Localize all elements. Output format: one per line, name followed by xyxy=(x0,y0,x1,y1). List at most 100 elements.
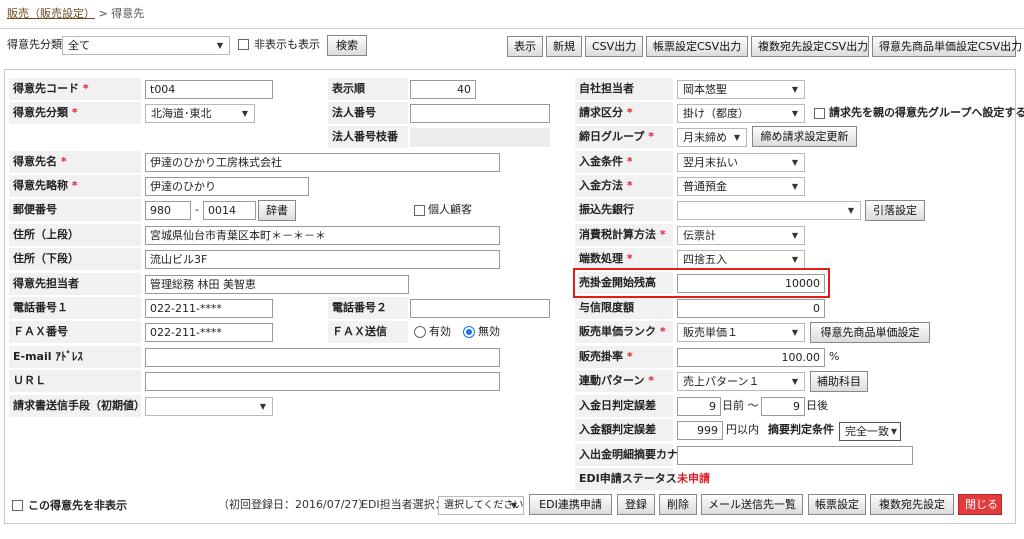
form-csv-export-button[interactable]: 帳票設定CSV出力 xyxy=(646,36,748,57)
customer-contact-label: 得意先担当者 xyxy=(13,277,79,290)
staff-select[interactable]: 岡本悠聖 ▼ xyxy=(677,80,805,99)
closing-update-button[interactable]: 締め請求設定更新 xyxy=(752,126,857,147)
payment-terms-label: 入金条件 * xyxy=(579,155,633,168)
fax-send-disabled-radio[interactable] xyxy=(463,326,475,338)
address-1-input[interactable]: 宮城県仙台市青葉区本町＊－＊－＊ xyxy=(145,226,500,245)
address-2-input[interactable]: 流山ビル3F xyxy=(145,250,500,269)
link-pattern-select[interactable]: 売上パターン１ ▼ xyxy=(677,372,805,391)
breadcrumb: 販売（販売設定） > 得意先 xyxy=(7,6,144,22)
invoice-method-label: 請求書送信手段（初期値） xyxy=(13,399,145,412)
chevron-down-icon: ▼ xyxy=(791,231,798,240)
display-order-input[interactable]: 40 xyxy=(410,80,476,99)
payment-day-before-unit: 日前 ～ xyxy=(722,399,759,412)
show-hidden-checkbox[interactable] xyxy=(238,39,249,50)
multi-address-csv-export-button[interactable]: 複数宛先設定CSV出力 xyxy=(751,36,869,57)
customer-code-label: 得意先コード * xyxy=(13,82,89,95)
register-button[interactable]: 登録 xyxy=(617,494,655,515)
customer-short-name-input[interactable]: 伊達のひかり xyxy=(145,177,309,196)
edi-staff-label: EDI担当者選択： xyxy=(361,498,446,511)
breadcrumb-current: 得意先 xyxy=(111,7,145,20)
edi-status-value: 未申請 xyxy=(677,472,710,485)
customer-name-input[interactable]: 伊達のひかり工房株式会社 xyxy=(145,153,500,172)
ar-opening-balance-label: 売掛金開始残高 xyxy=(579,276,656,289)
rounding-select[interactable]: 四捨五入 ▼ xyxy=(677,250,805,269)
customer-code-input[interactable]: t004 xyxy=(145,80,273,99)
mail-recipients-button[interactable]: メール送信先一覧 xyxy=(701,494,803,515)
summary-match-label: 摘要判定条件 xyxy=(768,423,834,436)
new-button[interactable]: 新規 xyxy=(546,36,582,57)
customer-short-name-label: 得意先略称 * xyxy=(13,179,78,192)
bank-select[interactable]: ▼ xyxy=(677,201,861,220)
tax-method-label: 消費税計算方法 * xyxy=(579,228,666,241)
payment-day-after-unit: 日後 xyxy=(806,399,828,412)
phone-2-label: 電話番号２ xyxy=(332,301,387,314)
chevron-down-icon: ▼ xyxy=(216,41,223,50)
email-input[interactable] xyxy=(145,348,500,367)
url-input[interactable] xyxy=(145,372,500,391)
invoice-method-select[interactable]: ▼ xyxy=(145,397,273,416)
filter-label: 得意先分類 xyxy=(7,38,62,51)
payment-day-after-input[interactable]: 9 xyxy=(761,397,805,416)
kana-summary-input[interactable] xyxy=(677,446,913,465)
zip-code-1-input[interactable]: 980 xyxy=(145,201,191,220)
ar-opening-balance-input[interactable]: 10000 xyxy=(677,274,825,293)
phone-2-input[interactable] xyxy=(410,299,550,318)
closing-group-select[interactable]: 月末締め ▼ xyxy=(677,128,747,147)
chevron-down-icon: ▼ xyxy=(791,158,798,167)
zip-code-2-input[interactable]: 0014 xyxy=(203,201,256,220)
parent-group-billing-checkbox[interactable] xyxy=(814,108,825,119)
summary-match-select[interactable]: 完全一致 ▼ xyxy=(839,422,901,441)
zip-label: 郵便番号 xyxy=(13,203,57,216)
registration-date: （初回登録日：2016/07/27） xyxy=(218,498,370,511)
payment-method-label: 入金方法 * xyxy=(579,179,633,192)
fax-number-input[interactable]: 022-211-**** xyxy=(145,323,273,342)
personal-customer-checkbox[interactable] xyxy=(414,205,425,216)
price-csv-export-button[interactable]: 得意先商品単価設定CSV出力 xyxy=(872,36,1022,57)
delete-button[interactable]: 削除 xyxy=(659,494,697,515)
dictionary-button[interactable]: 辞書 xyxy=(258,200,296,221)
phone-1-input[interactable]: 022-211-**** xyxy=(145,299,273,318)
payment-terms-select[interactable]: 翌月末払い ▼ xyxy=(677,153,805,172)
filter-category-select[interactable]: 全て ▼ xyxy=(62,36,230,55)
sub-account-button[interactable]: 補助科目 xyxy=(810,371,868,392)
search-button[interactable]: 検索 xyxy=(327,35,367,56)
hide-customer-checkbox[interactable] xyxy=(12,500,23,511)
sales-rate-input[interactable]: 100.00 xyxy=(677,348,825,367)
close-button[interactable]: 閉じる xyxy=(958,494,1002,515)
corporate-number-label: 法人番号 xyxy=(332,106,376,119)
customer-contact-input[interactable]: 管理総務 林田 美智恵 xyxy=(145,275,409,294)
form-setting-button[interactable]: 帳票設定 xyxy=(808,494,866,515)
rounding-label: 端数処理 * xyxy=(579,252,633,265)
credit-limit-input[interactable]: 0 xyxy=(677,299,825,318)
chevron-down-icon: ▼ xyxy=(791,85,798,94)
multi-address-setting-button[interactable]: 複数宛先設定 xyxy=(870,494,954,515)
edi-apply-button[interactable]: EDI連携申請 xyxy=(529,494,612,515)
customer-category-select[interactable]: 北海道･東北 ▼ xyxy=(145,104,255,123)
closing-group-label: 締日グループ * xyxy=(579,130,654,143)
price-rank-select[interactable]: 販売単価１ ▼ xyxy=(677,323,805,342)
corporate-number-input[interactable] xyxy=(410,104,550,123)
address-1-label: 住所（上段） xyxy=(13,228,79,241)
fax-send-enabled-radio[interactable] xyxy=(414,326,426,338)
breadcrumb-link[interactable]: 販売（販売設定） xyxy=(7,7,95,20)
payment-method-select[interactable]: 普通預金 ▼ xyxy=(677,177,805,196)
payment-day-before-input[interactable]: 9 xyxy=(677,397,721,416)
corporate-branch-label: 法人番号枝番 xyxy=(332,130,398,143)
tax-method-select[interactable]: 伝票計 ▼ xyxy=(677,226,805,245)
debit-setting-button[interactable]: 引落設定 xyxy=(865,200,925,221)
fax-send-label: ＦＡＸ送信 xyxy=(332,325,387,338)
chevron-down-icon: ▼ xyxy=(791,109,798,118)
kana-summary-label: 入出金明細摘要カナ xyxy=(579,448,678,461)
edi-staff-select[interactable]: 選択してください ▼ xyxy=(438,496,524,515)
csv-export-button[interactable]: CSV出力 xyxy=(585,36,643,57)
customer-price-setting-button[interactable]: 得意先商品単価設定 xyxy=(810,322,930,343)
payment-amount-tolerance-label: 入金額判定誤差 xyxy=(579,423,656,436)
staff-label: 自社担当者 xyxy=(579,82,634,95)
zip-separator: - xyxy=(195,203,199,216)
show-button[interactable]: 表示 xyxy=(507,36,543,57)
chevron-down-icon: ▼ xyxy=(791,328,798,337)
email-label: E-mail ｱﾄﾞﾚｽ xyxy=(13,350,83,363)
billing-type-select[interactable]: 掛け（都度） ▼ xyxy=(677,104,805,123)
payment-amount-tolerance-input[interactable]: 999 xyxy=(677,421,723,440)
chevron-down-icon: ▼ xyxy=(241,109,248,118)
